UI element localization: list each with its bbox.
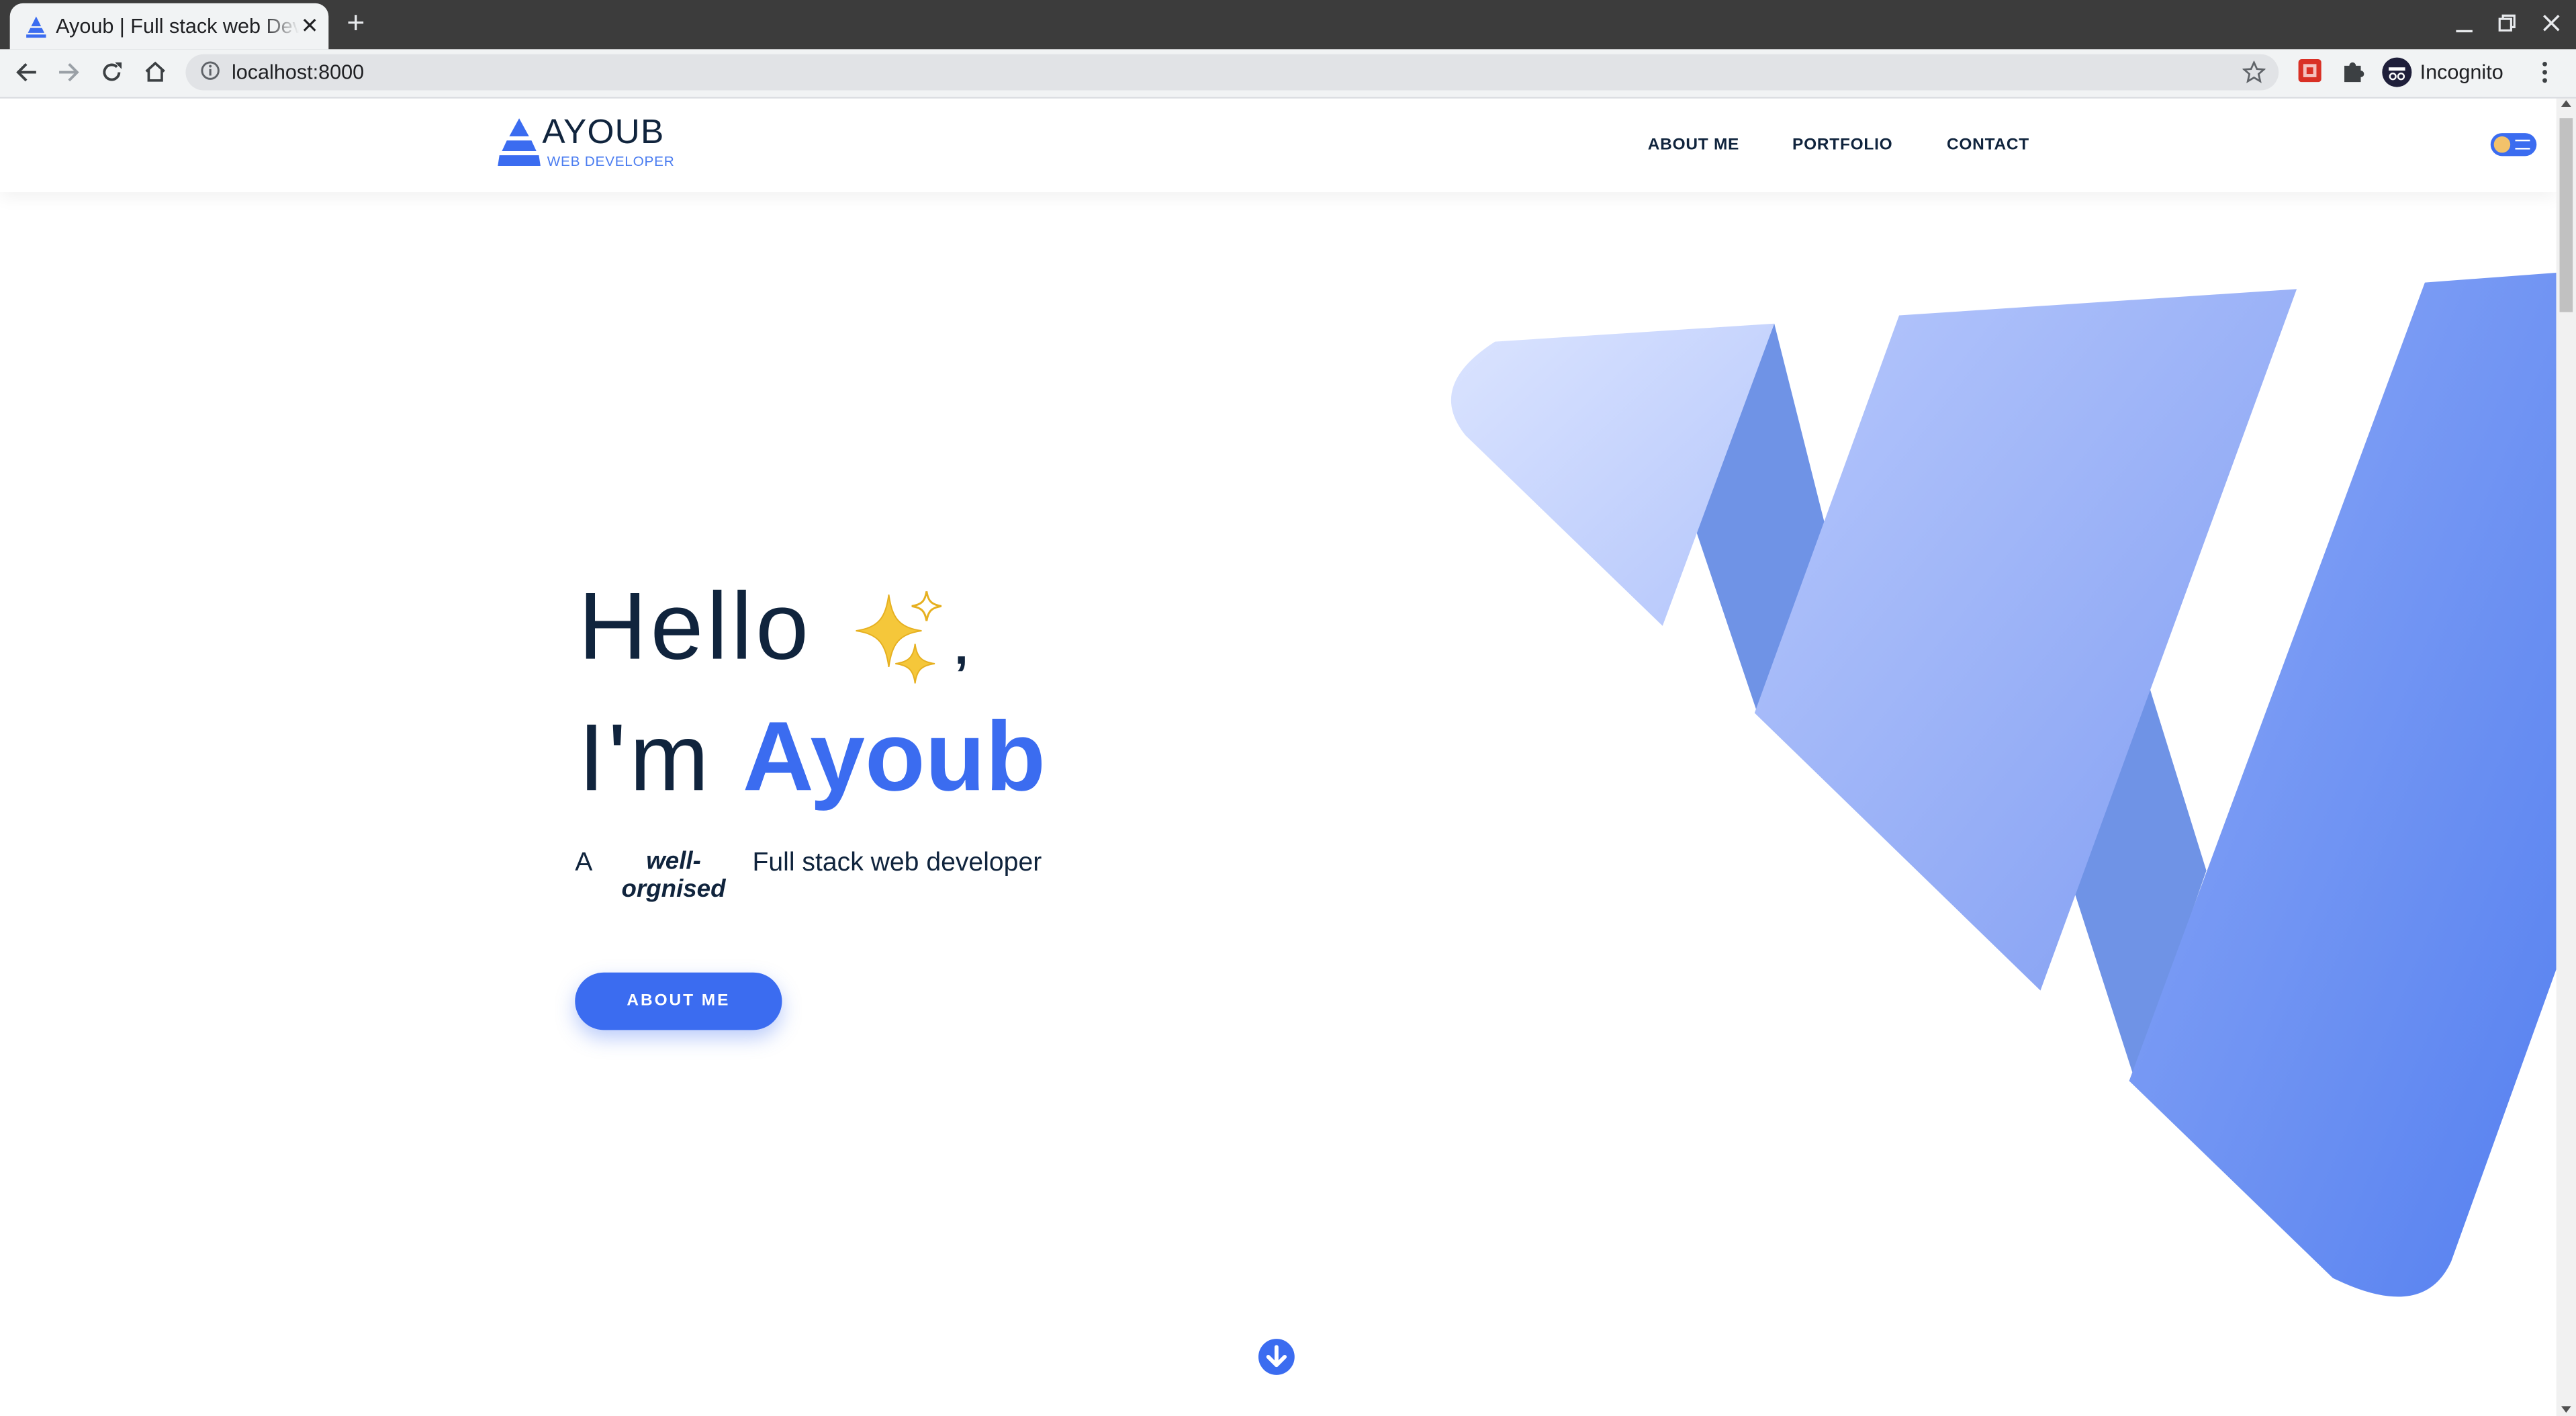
theme-toggle[interactable] bbox=[2490, 133, 2537, 157]
scroll-down-arrow-icon[interactable] bbox=[2561, 1406, 2571, 1413]
restore-icon[interactable] bbox=[2497, 13, 2517, 33]
scrollbar-thumb[interactable] bbox=[2559, 118, 2573, 312]
close-icon[interactable] bbox=[2542, 13, 2561, 33]
toggle-knob bbox=[2493, 136, 2511, 153]
extensions-puzzle-icon[interactable] bbox=[2341, 59, 2364, 83]
tab-strip: Ayoub | Full stack web Developer ✕ + bbox=[0, 0, 2576, 50]
browser-toolbar: localhost:8000 Incognito bbox=[0, 49, 2576, 99]
nav-contact[interactable]: CONTACT bbox=[1947, 136, 2029, 154]
incognito-icon[interactable] bbox=[2382, 57, 2412, 87]
tagline-adjective: well-orgnised bbox=[621, 847, 726, 904]
scroll-up-arrow-icon[interactable] bbox=[2561, 100, 2571, 107]
profile-label[interactable]: Incognito bbox=[2420, 60, 2503, 83]
arrow-down-icon bbox=[1266, 1345, 1287, 1368]
page-scrollbar[interactable] bbox=[2556, 98, 2576, 1416]
logo-name[interactable]: AYOUB bbox=[542, 114, 664, 153]
hero-comma: , bbox=[954, 621, 968, 676]
home-icon[interactable] bbox=[143, 59, 168, 84]
scroll-down-button[interactable] bbox=[1258, 1339, 1295, 1375]
minimize-icon[interactable] bbox=[2454, 16, 2474, 36]
address-bar[interactable]: localhost:8000 bbox=[185, 54, 2279, 91]
tagline-role: Full stack web developer bbox=[752, 849, 1042, 877]
extension-icon[interactable] bbox=[2298, 59, 2321, 83]
bookmark-star-icon[interactable] bbox=[2242, 60, 2266, 83]
browser-window: Ayoub | Full stack web Developer ✕ + bbox=[0, 0, 2576, 1416]
page-viewport: AYOUB WEB DEVELOPER ABOUT ME PORTFOLIO C… bbox=[0, 98, 2557, 1416]
url-text: localhost:8000 bbox=[231, 60, 365, 84]
menu-kebab-icon[interactable] bbox=[2540, 60, 2550, 83]
logo-icon[interactable] bbox=[496, 118, 543, 167]
about-me-button[interactable]: ABOUT ME bbox=[575, 972, 782, 1030]
site-header: AYOUB WEB DEVELOPER ABOUT ME PORTFOLIO C… bbox=[0, 98, 2557, 193]
nav-about[interactable]: ABOUT ME bbox=[1648, 136, 1739, 154]
logo-subtitle: WEB DEVELOPER bbox=[547, 152, 675, 169]
tab-close-icon[interactable]: ✕ bbox=[301, 13, 319, 40]
menu-lines-icon bbox=[2515, 139, 2530, 150]
site-info-icon[interactable] bbox=[200, 60, 220, 80]
site-logo-icon bbox=[26, 16, 46, 38]
back-icon[interactable] bbox=[15, 60, 38, 83]
tagline-prefix: A bbox=[575, 849, 593, 877]
sparkles-icon bbox=[856, 591, 942, 684]
new-tab-button[interactable]: + bbox=[347, 7, 365, 43]
tab-title: Ayoub | Full stack web Developer bbox=[56, 15, 299, 38]
hero-intro: I'm bbox=[578, 705, 712, 812]
hero-illustration bbox=[1451, 272, 2557, 1297]
incognito-glasses-icon bbox=[2389, 67, 2405, 81]
browser-tab[interactable]: Ayoub | Full stack web Developer ✕ bbox=[9, 3, 329, 50]
forward-icon[interactable] bbox=[58, 60, 81, 83]
reload-icon[interactable] bbox=[100, 60, 123, 83]
hero-greeting: Hello bbox=[578, 573, 812, 680]
hero-name: Ayoub bbox=[742, 701, 1046, 812]
nav-portfolio[interactable]: PORTFOLIO bbox=[1792, 136, 1892, 154]
